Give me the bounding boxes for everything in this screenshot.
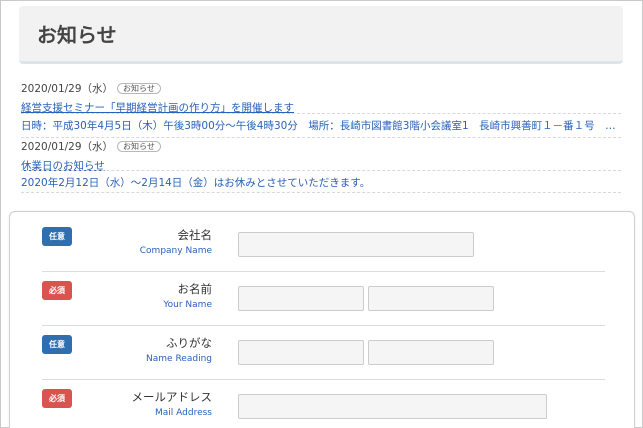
optional-badge: 任意 [42,335,72,354]
field-label-en: Mail Address [155,408,212,418]
company-name-input[interactable] [238,232,474,257]
form-row-reading: 任意 ふりがな Name Reading [42,326,605,380]
page-title: お知らせ [37,23,117,47]
required-badge: 必須 [42,281,72,300]
contact-form: 任意 会社名 Company Name 必須 お名前 Your Name 任意 … [9,211,635,428]
news-item: 2020/01/29（水） お知らせ 経営支援セミナー「早期経営計画の作り方」を開… [21,82,621,115]
form-row-email: 必須 メールアドレス Mail Address [42,380,605,428]
news-item: 2020/01/29（水） お知らせ 休業日のお知らせ [21,140,621,173]
divider [21,113,621,114]
optional-badge: 任意 [42,227,72,246]
field-label: お名前 [177,282,213,296]
divider [21,170,621,171]
divider [21,137,621,138]
required-badge: 必須 [42,389,72,408]
divider [21,192,621,193]
first-name-reading-input[interactable] [368,340,494,365]
news-tag: お知らせ [117,141,161,152]
field-label-en: Your Name [163,300,212,310]
last-name-input[interactable] [238,286,364,311]
news-date: 2020/01/29（水） [21,141,114,153]
news-body: 2020年2月12日（水）～2月14日（金）はお休みとさせていただきます。 [21,177,371,189]
email-input[interactable] [238,394,547,419]
field-label: ふりがな [166,336,212,350]
page-header: お知らせ [19,6,623,64]
form-row-name: 必須 お名前 Your Name [42,272,605,326]
news-tag: お知らせ [117,83,161,94]
news-item-body: 日時：平成30年4月5日（木）午後3時00分～午後4時30分 場所：長崎市図書館… [21,119,621,133]
field-label: メールアドレス [131,390,213,404]
news-date: 2020/01/29（水） [21,83,114,95]
last-name-reading-input[interactable] [238,340,364,365]
news-body: 日時：平成30年4月5日（木）午後3時00分～午後4時30分 場所：長崎市図書館… [21,120,621,132]
form-row-company: 任意 会社名 Company Name [42,218,605,272]
field-label: 会社名 [177,228,213,242]
field-label-en: Company Name [139,246,212,256]
first-name-input[interactable] [368,286,494,311]
field-label-en: Name Reading [146,354,212,364]
news-item-body: 2020年2月12日（水）～2月14日（金）はお休みとさせていただきます。 [21,176,621,190]
